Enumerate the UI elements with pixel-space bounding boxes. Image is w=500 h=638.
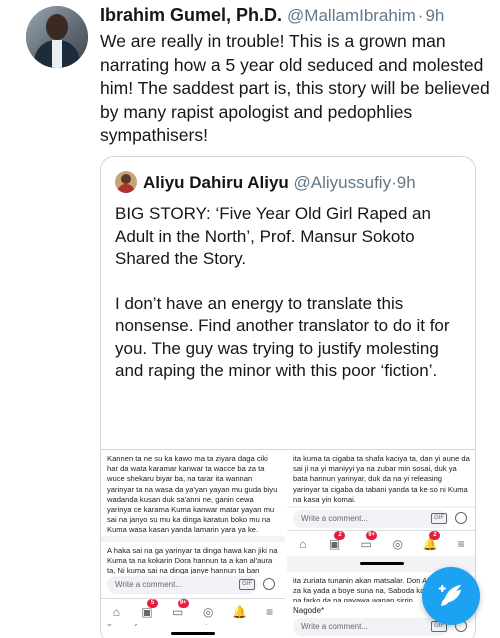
quoted-paragraph-2: I don’t have an energy to translate this… — [115, 293, 450, 381]
menu-icon: ≡ — [457, 536, 465, 551]
comment-row-left: Write a comment... GIF — [101, 574, 285, 596]
quoted-tweet-header: Aliyu Dahiru Aliyu @Aliyussufiy·9h — [115, 171, 416, 194]
quoted-author-handle: @Aliyussufiy — [293, 173, 392, 192]
notification-badge: 2 — [429, 530, 441, 540]
quoted-tweet-text: BIG STORY: ‘Five Year Old Girl Raped an … — [115, 203, 467, 405]
notification-badge: 9+ — [177, 598, 189, 608]
quoted-tweet-time: 9h — [396, 173, 416, 192]
home-icon: ⌂ — [299, 536, 307, 551]
store-icon: ▣ 5 — [140, 598, 158, 619]
emoji-icon — [455, 512, 467, 524]
tweet[interactable]: Ibrahim Gumel, Ph.D. @MallamIbrahim · 9h W… — [0, 0, 500, 638]
avatar-shirt — [52, 40, 62, 68]
compose-tweet-button[interactable] — [422, 567, 480, 625]
home-indicator — [360, 562, 404, 565]
gif-icon: GIF — [431, 513, 447, 524]
separator-dot: · — [417, 6, 424, 25]
home-icon: ⌂ — [112, 604, 120, 619]
bell-icon: 🔔 — [231, 604, 247, 619]
post-text-top-right: ita kuma ta cigaba ta shafa kaciya ta, d… — [287, 450, 475, 506]
compose-feather-icon — [438, 584, 461, 606]
facebook-nav-right-top: ⌂ ▣ 2 ▭ 9+ ◎ 🔔 2 ≡ — [287, 530, 475, 556]
gif-icon: GIF — [239, 579, 255, 590]
emoji-icon — [263, 578, 275, 590]
comment-input-right-bottom: Write a comment... — [293, 618, 449, 636]
groups-icon: ◎ — [203, 604, 214, 619]
author-handle[interactable]: @MallamIbrahim — [287, 6, 416, 25]
author-avatar[interactable] — [26, 6, 88, 68]
tweet-header: Ibrahim Gumel, Ph.D. @MallamIbrahim · 9h — [100, 4, 444, 27]
notification-badge: 5 — [146, 598, 158, 608]
media-screenshot-left[interactable]: Kannen ta ne su ka kawo ma ta ziyara dag… — [101, 450, 287, 638]
video-icon: ▭ 9+ — [359, 530, 378, 551]
avatar-head — [46, 14, 68, 40]
tweet-text: We are really in trouble! This is a grow… — [100, 31, 490, 145]
quoted-paragraph-1: BIG STORY: ‘Five Year Old Girl Raped an … — [115, 204, 431, 268]
quoted-author-avatar — [115, 171, 137, 193]
store-icon: ▣ 2 — [327, 530, 346, 551]
home-indicator — [171, 632, 215, 635]
bell-icon: 🔔 2 — [422, 530, 441, 551]
notification-badge: 9+ — [366, 530, 378, 540]
quoted-media[interactable]: Kannen ta ne su ka kawo ma ta ziyara dag… — [101, 449, 475, 638]
quoted-tweet[interactable]: Aliyu Dahiru Aliyu @Aliyussufiy·9h BIG S… — [100, 156, 476, 638]
menu-icon: ≡ — [266, 604, 274, 619]
facebook-nav-left: ⌂ ▣ 5 ▭ 9+ ◎ 🔔 ≡ — [101, 598, 285, 624]
comment-input-right-top: Write a comment... — [293, 510, 449, 528]
comment-input-left: Write a comment... — [107, 576, 257, 594]
tweet-time[interactable]: 9h — [425, 6, 444, 25]
groups-icon: ◎ — [392, 536, 404, 551]
author-name[interactable]: Ibrahim Gumel, Ph.D. — [100, 5, 282, 25]
comment-row-right-top: Write a comment... GIF — [287, 508, 475, 530]
post-text-top-left: Kannen ta ne su ka kawo ma ta ziyara dag… — [101, 450, 285, 536]
quoted-author-name: Aliyu Dahiru Aliyu — [143, 173, 289, 192]
video-icon: ▭ 9+ — [171, 598, 189, 619]
notification-badge: 2 — [334, 530, 346, 540]
